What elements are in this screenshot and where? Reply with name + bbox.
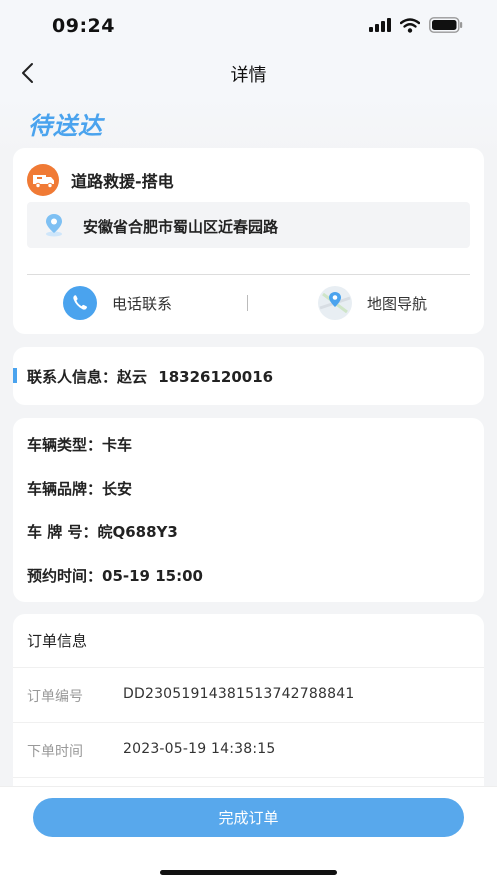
service-card: 道路救援-搭电 安徽省合肥市蜀山区近春园路 电话联系 地图导航	[13, 148, 484, 334]
order-info-title: 订单信息	[27, 632, 88, 650]
map-icon	[318, 286, 352, 320]
contact-phone[interactable]: 18326120016	[158, 368, 273, 386]
appointment-label: 预约时间：	[27, 567, 103, 585]
system-icons	[369, 17, 463, 33]
truck-icon	[27, 164, 59, 196]
order-status: 待送达	[28, 112, 103, 140]
vehicle-type-row: 车辆类型：卡车	[27, 434, 132, 455]
row-divider	[13, 722, 484, 723]
accent-bar	[13, 368, 17, 383]
appointment-row: 预约时间：05-19 15:00	[27, 565, 203, 586]
battery-icon	[429, 17, 463, 33]
order-info-card: 订单信息 订单编号 DD23051914381513742788841 下单时间…	[13, 614, 484, 814]
vehicle-type-label: 车辆类型：	[27, 436, 103, 454]
plate-value: 皖Q688Y3	[97, 523, 178, 541]
vehicle-card: 车辆类型：卡车 车辆品牌：长安 车 牌 号：皖Q688Y3 预约时间：05-19…	[13, 418, 484, 602]
service-name: 道路救援-搭电	[71, 172, 174, 191]
bottom-bar: 完成订单	[0, 786, 497, 884]
map-label: 地图导航	[367, 294, 428, 313]
order-time-label: 下单时间	[27, 744, 83, 760]
row-divider	[13, 667, 484, 668]
home-indicator[interactable]	[160, 870, 337, 875]
contact-info: 联系人信息：赵云 18326120016	[27, 366, 273, 387]
nav-bar: 详情	[0, 50, 497, 96]
plate-row: 车 牌 号：皖Q688Y3	[27, 521, 178, 542]
contact-name: 赵云	[117, 368, 148, 386]
vehicle-brand-value: 长安	[102, 480, 133, 498]
page-title: 详情	[230, 65, 267, 86]
vehicle-brand-label: 车辆品牌：	[27, 480, 103, 498]
plate-label: 车 牌 号：	[27, 523, 98, 541]
divider	[27, 274, 470, 275]
status-time: 09:24	[52, 15, 115, 37]
order-number-value: DD23051914381513742788841	[123, 686, 355, 702]
order-number-label: 订单编号	[27, 689, 83, 705]
phone-icon	[63, 286, 97, 320]
status-bar: 09:24	[0, 0, 497, 50]
vehicle-type-value: 卡车	[102, 436, 133, 454]
call-button[interactable]: 电话联系	[60, 286, 172, 320]
action-separator	[247, 295, 248, 311]
call-label: 电话联系	[112, 294, 173, 313]
service-address: 安徽省合肥市蜀山区近春园路	[83, 218, 279, 236]
contact-label: 联系人信息：	[27, 368, 118, 386]
vehicle-brand-row: 车辆品牌：长安	[27, 478, 132, 499]
appointment-value: 05-19 15:00	[102, 567, 203, 585]
address-box: 安徽省合肥市蜀山区近春园路	[27, 202, 470, 248]
map-navigation-button[interactable]: 地图导航	[315, 286, 427, 320]
contact-card: 联系人信息：赵云 18326120016	[13, 347, 484, 405]
signal-icon	[369, 18, 391, 32]
complete-order-button[interactable]: 完成订单	[33, 798, 464, 837]
location-pin-icon	[46, 214, 62, 237]
wifi-icon	[400, 17, 420, 33]
order-time-value: 2023-05-19 14:38:15	[123, 741, 276, 757]
row-divider	[13, 777, 484, 778]
